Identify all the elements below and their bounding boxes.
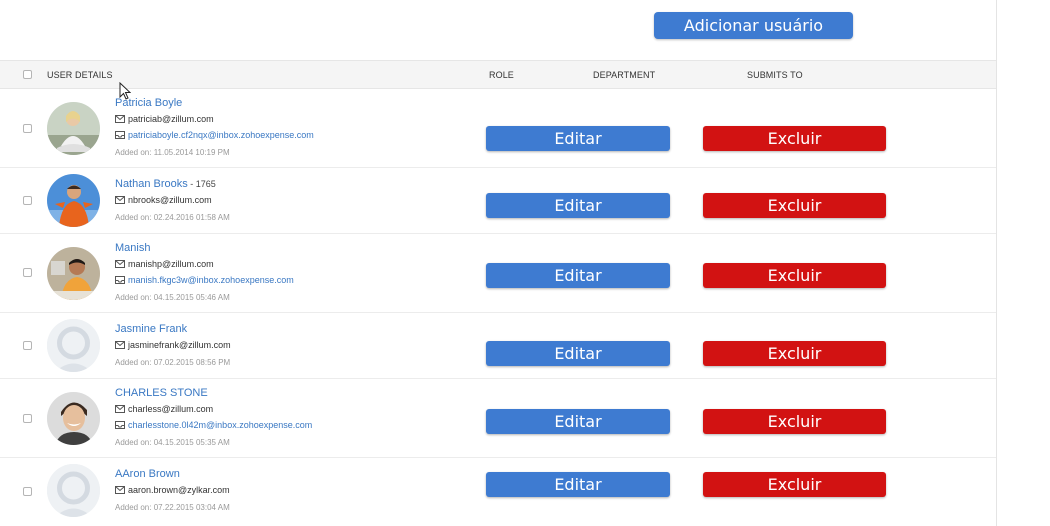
added-on: Added on: 11.05.2014 10:19 PM [115, 148, 230, 157]
right-gutter [996, 0, 1050, 526]
table-row: Nathan Brooks - 1765 nbrooks@zillum.com … [0, 168, 996, 234]
avatar [47, 319, 100, 372]
table-row: CHARLES STONE charless@zillum.com charle… [0, 379, 996, 458]
table-row: Patricia Boyle patriciab@zillum.com patr… [0, 89, 996, 168]
row-checkbox[interactable] [23, 487, 32, 496]
avatar-photo-man-smiling [47, 392, 100, 445]
table-header: USER DETAILS ROLE DEPARTMENT SUBMITS TO [0, 60, 996, 89]
delete-user-button[interactable]: Excluir [703, 472, 886, 497]
table-row: AAron Brown aaron.brown@zylkar.com Added… [0, 458, 996, 524]
edit-user-button[interactable]: Editar [486, 193, 670, 218]
added-on: Added on: 04.15.2015 05:46 AM [115, 293, 230, 302]
edit-user-button[interactable]: Editar [486, 341, 670, 366]
select-all-checkbox[interactable] [23, 70, 32, 79]
users-table: USER DETAILS ROLE DEPARTMENT SUBMITS TO [0, 60, 996, 89]
user-email-line: nbrooks@zillum.com [115, 192, 230, 208]
added-on: Added on: 07.02.2015 08:56 PM [115, 358, 231, 367]
envelope-icon [115, 341, 125, 349]
avatar-placeholder-icon [47, 319, 100, 372]
avatar [47, 392, 100, 445]
added-on: Added on: 04.15.2015 05:35 AM [115, 438, 230, 447]
user-email-line: patriciab@zillum.com [115, 111, 314, 127]
inbox-icon [115, 131, 125, 139]
user-email-line: charless@zillum.com [115, 401, 312, 417]
delete-user-button[interactable]: Excluir [703, 263, 886, 288]
avatar [47, 102, 100, 155]
user-name[interactable]: Jasmine Frank [115, 323, 187, 335]
avatar [47, 247, 100, 300]
envelope-icon [115, 260, 125, 268]
inbox-icon [115, 421, 125, 429]
edit-user-button[interactable]: Editar [486, 409, 670, 434]
user-email: charless@zillum.com [128, 404, 214, 414]
employee-id: - 1765 [190, 179, 216, 189]
user-inbox-line: charlesstone.0l42m@inbox.zohoexpense.com [115, 417, 312, 433]
added-on: Added on: 02.24.2016 01:58 AM [115, 213, 230, 222]
column-user-details[interactable]: USER DETAILS [47, 70, 113, 80]
delete-user-button[interactable]: Excluir [703, 126, 886, 151]
user-name[interactable]: AAron Brown [115, 468, 180, 480]
envelope-icon [115, 486, 125, 494]
column-role[interactable]: ROLE [489, 70, 514, 80]
user-inbox-address[interactable]: manish.fkgc3w@inbox.zohoexpense.com [128, 272, 294, 288]
row-checkbox[interactable] [23, 414, 32, 423]
add-user-button[interactable]: Adicionar usuário [654, 12, 853, 39]
table-row: Jasmine Frank jasminefrank@zillum.com Ad… [0, 313, 996, 379]
inbox-icon [115, 276, 125, 284]
row-checkbox[interactable] [23, 124, 32, 133]
delete-user-button[interactable]: Excluir [703, 409, 886, 434]
avatar-placeholder-icon [47, 464, 100, 517]
user-name[interactable]: Nathan Brooks [115, 178, 188, 190]
user-details: CHARLES STONE charless@zillum.com charle… [115, 385, 312, 451]
user-name[interactable]: CHARLES STONE [115, 387, 208, 399]
avatar [47, 174, 100, 227]
edit-user-button[interactable]: Editar [486, 126, 670, 151]
user-email: patriciab@zillum.com [128, 114, 214, 124]
delete-user-button[interactable]: Excluir [703, 193, 886, 218]
avatar-photo-woman [47, 102, 100, 155]
user-inbox-line: patriciaboyle.cf2nqx@inbox.zohoexpense.c… [115, 127, 314, 143]
avatar-photo-man-desk [47, 247, 100, 300]
column-department[interactable]: DEPARTMENT [593, 70, 655, 80]
row-checkbox[interactable] [23, 196, 32, 205]
user-email: jasminefrank@zillum.com [128, 340, 231, 350]
user-inbox-address[interactable]: patriciaboyle.cf2nqx@inbox.zohoexpense.c… [128, 127, 314, 143]
envelope-icon [115, 405, 125, 413]
user-email-line: manishp@zillum.com [115, 256, 294, 272]
envelope-icon [115, 115, 125, 123]
user-details: Manish manishp@zillum.com manish.fkgc3w@… [115, 240, 294, 306]
user-inbox-line: manish.fkgc3w@inbox.zohoexpense.com [115, 272, 294, 288]
mouse-pointer-icon [119, 82, 131, 100]
user-details: Jasmine Frank jasminefrank@zillum.com Ad… [115, 321, 231, 371]
user-details: AAron Brown aaron.brown@zylkar.com Added… [115, 466, 230, 516]
table-row: Manish manishp@zillum.com manish.fkgc3w@… [0, 234, 996, 313]
user-details: Nathan Brooks - 1765 nbrooks@zillum.com … [115, 176, 230, 226]
edit-user-button[interactable]: Editar [486, 472, 670, 497]
user-name[interactable]: Manish [115, 242, 150, 254]
added-on: Added on: 07.22.2015 03:04 AM [115, 503, 230, 512]
row-checkbox[interactable] [23, 341, 32, 350]
user-email-line: jasminefrank@zillum.com [115, 337, 231, 353]
edit-user-button[interactable]: Editar [486, 263, 670, 288]
user-email: manishp@zillum.com [128, 259, 214, 269]
user-inbox-address[interactable]: charlesstone.0l42m@inbox.zohoexpense.com [128, 417, 312, 433]
column-submits-to[interactable]: SUBMITS TO [747, 70, 803, 80]
user-email: aaron.brown@zylkar.com [128, 485, 230, 495]
user-email: nbrooks@zillum.com [128, 195, 212, 205]
user-email-line: aaron.brown@zylkar.com [115, 482, 230, 498]
avatar [47, 464, 100, 517]
avatar-photo-man-orange [47, 174, 100, 227]
envelope-icon [115, 196, 125, 204]
row-checkbox[interactable] [23, 268, 32, 277]
user-details: Patricia Boyle patriciab@zillum.com patr… [115, 95, 314, 161]
delete-user-button[interactable]: Excluir [703, 341, 886, 366]
